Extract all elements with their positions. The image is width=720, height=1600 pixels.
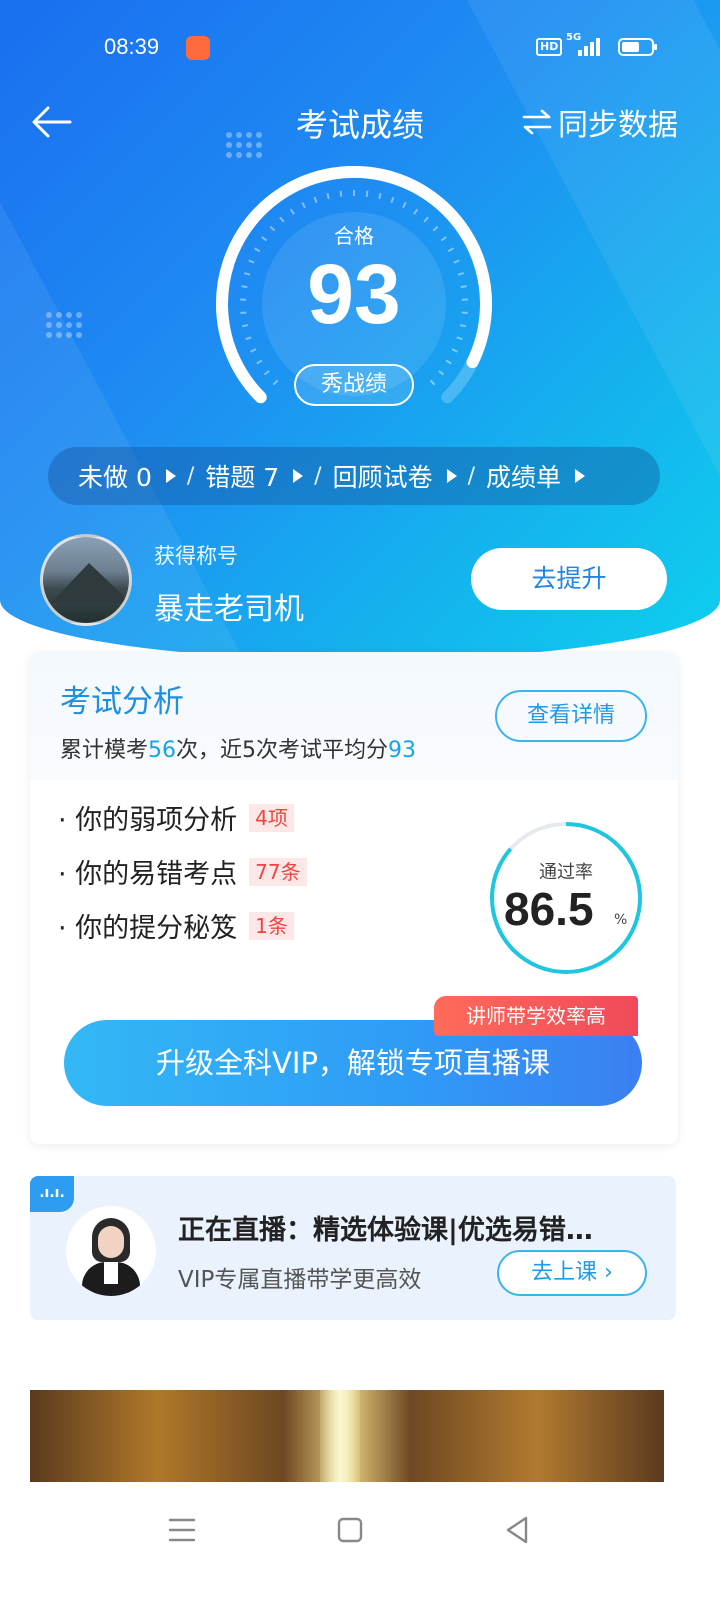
quick-link-review[interactable]: 回顾试卷 [333,458,457,494]
pass-rate-value: 86.5 [504,883,594,935]
profile-title: 暴走老司机 [154,592,304,627]
show-score-button[interactable]: 秀战绩 [294,364,414,406]
gauge-tick [301,201,306,209]
attend-class-button[interactable]: 去上课 › [497,1250,647,1296]
gauge-tick [378,192,382,200]
gauge-tick [256,359,263,365]
signal-icon [578,38,600,56]
analysis-summary: 累计模考56次，近5次考试平均分93 [60,732,416,764]
status-time: 08:39 [104,34,160,59]
play-arrow-icon [293,469,304,483]
triangle-back-icon[interactable] [498,1510,538,1550]
gauge-tick [390,196,395,204]
weakness-row[interactable]: · 你的弱项分析 4项 [58,798,294,837]
summary-mid: 次，近5次考试平均分 [176,738,389,763]
gauge-tick [429,379,436,386]
square-icon[interactable] [330,1510,370,1550]
top-nav: 考试成绩 同步数据 [0,98,720,146]
view-details-button[interactable]: 查看详情 [495,690,647,742]
quick-link-undone[interactable]: 未做 0 [78,458,176,494]
gauge-tick [413,208,419,215]
status-bar: 08:39 HD 5G [0,30,720,66]
play-arrow-icon [446,469,457,483]
tips-row[interactable]: · 你的提分秘笈 1条 [58,906,294,945]
teacher-avatar [66,1206,156,1296]
play-arrow-icon [165,469,176,483]
menu-icon[interactable] [162,1510,202,1550]
system-navigation-bar [0,1482,720,1600]
quick-link-label: 回顾试卷 [332,463,433,492]
quick-link-label: 错题 7 [205,463,280,492]
live-badge-icon: .ı.ı. [30,1176,74,1212]
decor-dots [46,312,82,338]
quick-link-wrong[interactable]: 错题 7 [205,458,304,494]
gauge-tick [250,348,257,353]
attend-class-label: 去上课 [531,1260,598,1285]
pass-rate-unit: % [614,912,628,928]
score-status: 合格 [334,224,374,248]
summary-prefix: 累计模考 [60,738,149,763]
chevron-right-icon: › [604,1260,613,1285]
live-class-card[interactable]: .ı.ı. 正在直播：精选体验课|优选易错… VIP专属直播带学更高效 去上课 … [30,1176,676,1320]
analysis-title: 考试分析 [60,684,184,720]
avg-score: 93 [388,738,417,763]
gauge-tick [326,192,330,200]
gauge-tick [365,190,369,197]
play-arrow-icon [575,469,586,483]
score-value: 93 [307,247,401,341]
gauge-tick [445,359,452,365]
gauge-tick [402,201,407,209]
exam-count: 56 [148,738,177,763]
improve-button[interactable]: 去提升 [471,548,667,610]
gauge-tick [289,208,295,215]
hd-icon: HD [536,38,563,56]
live-subtitle: VIP专属直播带学更高效 [178,1267,422,1293]
row-label: · 你的提分秘笈 [58,913,238,944]
sync-data-button[interactable]: 同步数据 [522,100,678,144]
score-gauge: 合格 93 秀战绩 [212,166,496,416]
pass-rate-label: 通过率 [539,862,593,883]
gauge-tick [263,370,270,376]
avatar[interactable] [40,534,132,626]
row-label: · 你的易错考点 [58,859,238,890]
gauge-tick [272,379,279,386]
title-profile: 获得称号 暴走老司机 去提升 [40,534,680,634]
exam-analysis-card: 考试分析 累计模考56次，近5次考试平均分93 查看详情 · 你的弱项分析 4项 … [30,652,678,1144]
pass-rate-ring: 通过率 86.5 % [488,820,644,976]
gauge-tick [339,190,343,197]
gauge-tick [451,348,458,353]
separator: / [314,463,322,489]
battery-icon [618,38,657,56]
live-title: 正在直播：精选体验课|优选易错… [178,1215,593,1246]
separator: / [186,463,195,489]
row-label: · 你的弱项分析 [58,805,238,836]
vip-promo-badge: 讲师带学效率高 [434,996,638,1036]
count-badge: 1条 [249,911,294,940]
count-badge: 4项 [249,803,294,832]
swap-icon [522,109,552,135]
promo-banner-image[interactable] [30,1390,664,1482]
profile-subtitle: 获得称号 [154,544,238,568]
separator: / [467,463,475,489]
error-prone-row[interactable]: · 你的易错考点 77条 [58,852,307,891]
quick-link-label: 成绩单 [486,463,562,492]
sync-data-label: 同步数据 [558,108,678,143]
app-notification-icon [186,36,210,60]
gauge-tick [438,370,445,376]
gauge-tick [313,196,318,204]
count-badge: 77条 [249,857,307,886]
quick-link-report[interactable]: 成绩单 [486,458,586,494]
quick-link-label: 未做 0 [78,463,152,492]
quick-links-bar: 未做 0 / 错题 7 / 回顾试卷 / 成绩单 [48,447,660,505]
